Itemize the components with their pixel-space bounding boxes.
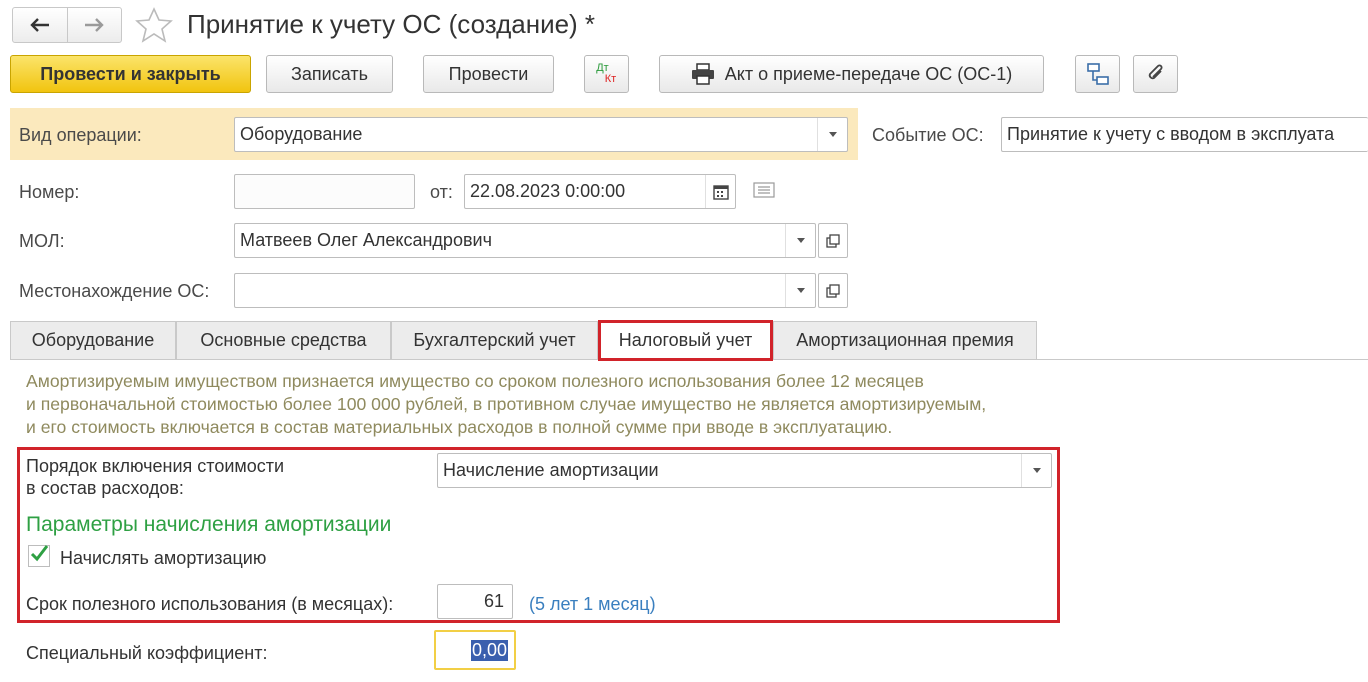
tax-note: Амортизируемым имуществом признается иму… [26,370,986,439]
structure-button[interactable] [1075,55,1120,93]
special-coef-input[interactable]: 0,00 [434,630,516,670]
comment-icon [753,182,775,198]
favorite-star-icon [135,7,173,43]
mol-open-button[interactable] [818,223,848,258]
calendar-button[interactable] [705,175,735,208]
useful-life-label: Срок полезного использования (в месяцах)… [26,594,394,614]
useful-life-input[interactable]: 61 [437,584,513,619]
attachments-button[interactable] [1133,55,1178,93]
history-nav [12,7,122,43]
cost-order-label: Порядок включения стоимости в состав рас… [26,455,284,499]
open-form-icon [826,233,840,248]
location-open-button[interactable] [818,273,848,308]
favorite-button[interactable] [134,6,174,46]
asset-event-label: Событие ОС: [872,125,984,145]
open-form-icon [826,283,840,298]
operation-type-label: Вид операции: [19,125,142,145]
forward-arrow-icon [85,18,104,32]
kt-label: Кт [604,73,617,85]
print-act-button[interactable]: Акт о приеме-передаче ОС (ОС-1) [659,55,1044,93]
dt-kt-icon: Дт Кт [596,63,617,85]
mol-value: Матвеев Олег Александрович [240,230,492,250]
mol-select[interactable]: Матвеев Олег Александрович [234,223,816,258]
cost-order-value: Начисление амортизации [443,460,659,480]
print-act-label: Акт о приеме-передаче ОС (ОС-1) [724,63,1013,84]
tax-note-line: и его стоимость включается в состав мате… [26,417,893,437]
dropdown-arrow-icon[interactable] [785,224,815,257]
dt-kt-button[interactable]: Дт Кт [584,55,629,93]
tab-fixed-assets[interactable]: Основные средства [176,321,391,360]
number-field[interactable] [234,174,415,209]
paperclip-icon [1148,64,1162,80]
dropdown-arrow-icon[interactable] [1021,454,1051,487]
asset-event-value: Принятие к учету с вводом в эксплуата [1007,124,1335,144]
dropdown-arrow-icon[interactable] [817,118,847,151]
operation-type-value: Оборудование [240,124,363,144]
forward-button[interactable] [66,8,122,42]
special-coef-label: Специальный коэффициент: [26,643,268,663]
depreciation-params-title: Параметры начисления амортизации [26,513,392,536]
date-value: 22.08.2023 0:00:00 [470,181,626,201]
tab-equipment[interactable]: Оборудование [10,321,176,360]
useful-life-hint: (5 лет 1 месяц) [529,594,656,614]
comment-button[interactable] [753,182,775,203]
tax-note-line: и первоначальной стоимостью более 100 00… [26,394,987,414]
back-button[interactable] [13,8,67,42]
post-button[interactable]: Провести [423,55,554,93]
date-field[interactable]: 22.08.2023 0:00:00 [464,174,736,209]
location-select[interactable] [234,273,816,308]
save-button[interactable]: Записать [266,55,393,93]
printer-icon [691,63,714,85]
structure-icon [1086,63,1109,85]
tab-accounting[interactable]: Бухгалтерский учет [391,321,598,360]
tax-note-line: Амортизируемым имуществом признается иму… [26,371,924,391]
cost-order-label-line: Порядок включения стоимости [26,456,285,476]
accrue-checkbox-label: Начислять амортизацию [60,548,267,568]
back-arrow-icon [30,18,49,32]
tab-tax-accounting[interactable]: Налоговый учет [598,320,773,361]
window-title: Принятие к учету ОС (создание) * [187,9,596,39]
mol-label: МОЛ: [19,231,65,251]
number-label: Номер: [19,182,80,202]
calendar-icon [712,184,729,200]
useful-life-value: 61 [483,591,504,611]
post-and-close-button[interactable]: Провести и закрыть [10,55,251,93]
accrue-checkbox[interactable] [28,545,50,567]
dropdown-arrow-icon[interactable] [785,274,815,307]
location-label: Местонахождение ОС: [19,281,210,301]
special-coef-value: 0,00 [470,639,508,661]
checkmark-icon [30,545,49,562]
cost-order-select[interactable]: Начисление амортизации [437,453,1052,488]
asset-event-select[interactable]: Принятие к учету с вводом в эксплуата [1001,117,1368,152]
date-label: от: [430,182,453,202]
operation-type-select[interactable]: Оборудование [234,117,848,152]
tab-depreciation-bonus[interactable]: Амортизационная премия [773,321,1037,360]
cost-order-label-line: в состав расходов: [26,478,184,498]
